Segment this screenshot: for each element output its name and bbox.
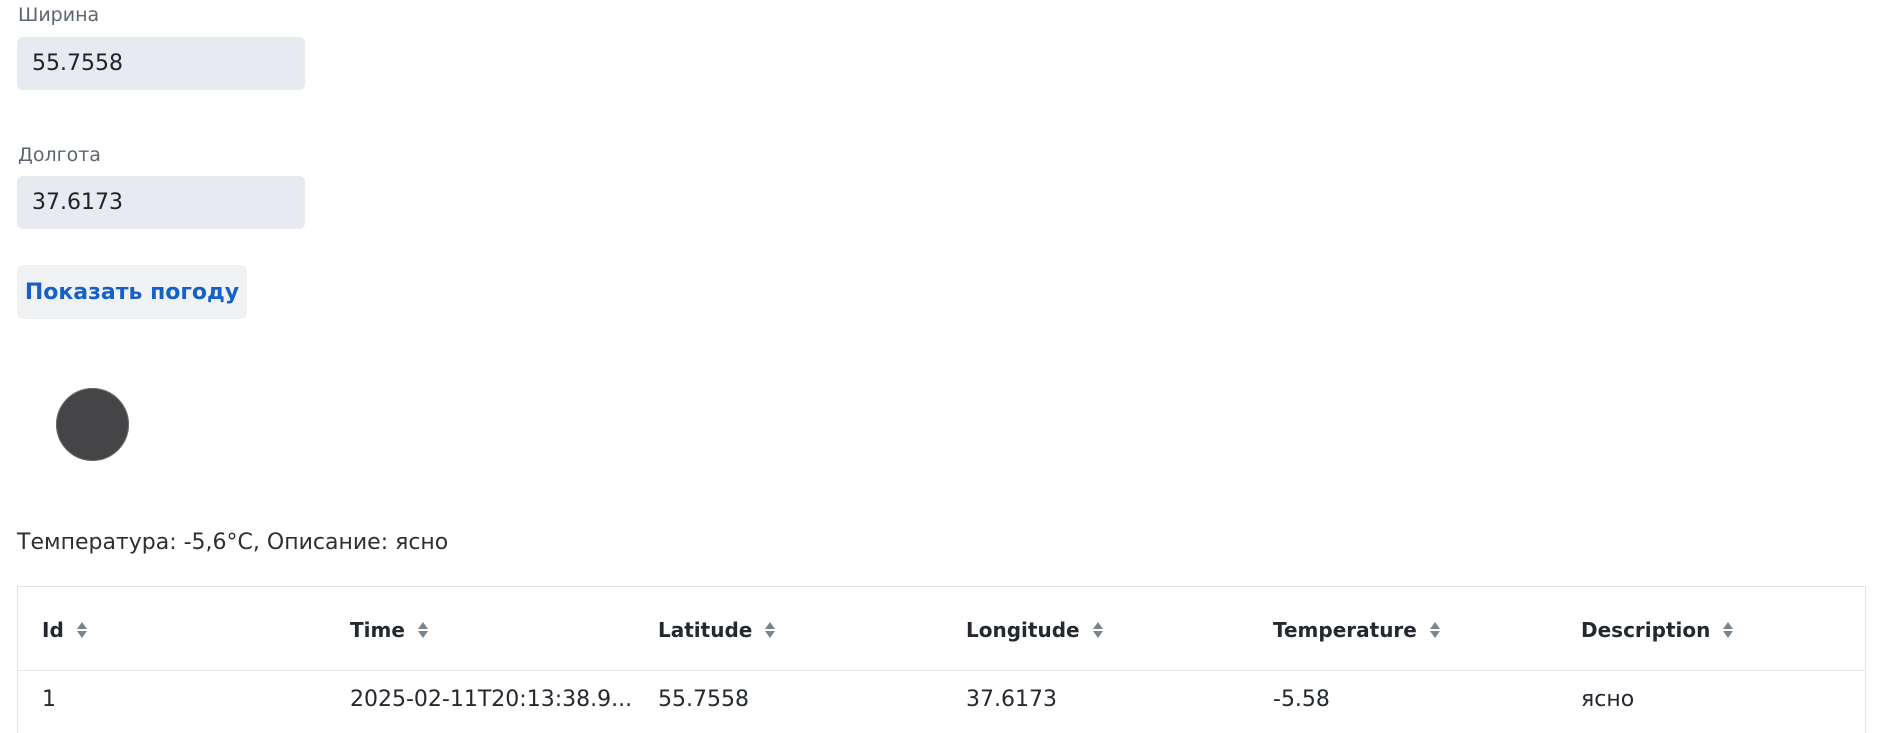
sort-icon[interactable] [417, 621, 428, 639]
table-header-row: Id Time Latitude Longitude Temperature D… [18, 587, 1865, 671]
sort-icon[interactable] [1092, 621, 1103, 639]
weather-page: Ширина Долгота Показать погоду Температу… [0, 0, 1881, 733]
sort-icon[interactable] [765, 621, 776, 639]
cell-time: 2025-02-11T20:13:38.9... [350, 687, 633, 712]
longitude-label: Долгота [18, 144, 101, 166]
latitude-input[interactable] [17, 37, 305, 90]
longitude-input[interactable] [17, 176, 305, 229]
sort-icon[interactable] [1429, 621, 1440, 639]
cell-latitude: 55.7558 [658, 687, 749, 712]
sort-icon[interactable] [76, 621, 87, 639]
sort-icon[interactable] [1723, 621, 1734, 639]
column-header-label: Time [350, 618, 405, 642]
show-weather-button[interactable]: Показать погоду [17, 265, 247, 319]
column-header-description[interactable]: Description [1581, 618, 1734, 642]
cell-temperature: -5.58 [1273, 687, 1330, 712]
column-header-label: Latitude [658, 618, 753, 642]
latitude-label: Ширина [18, 4, 100, 26]
cell-id: 1 [42, 687, 56, 712]
weather-table: Id Time Latitude Longitude Temperature D… [17, 586, 1866, 733]
column-header-latitude[interactable]: Latitude [658, 618, 776, 642]
column-header-label: Longitude [966, 618, 1080, 642]
column-header-label: Description [1581, 618, 1711, 642]
column-header-label: Id [42, 618, 64, 642]
weather-icon [56, 388, 129, 461]
column-header-label: Temperature [1273, 618, 1417, 642]
column-header-temperature[interactable]: Temperature [1273, 618, 1440, 642]
column-header-longitude[interactable]: Longitude [966, 618, 1103, 642]
cell-description: ясно [1581, 687, 1635, 712]
cell-longitude: 37.6173 [966, 687, 1057, 712]
weather-summary: Температура: -5,6°C, Описание: ясно [17, 530, 449, 555]
column-header-id[interactable]: Id [42, 618, 87, 642]
column-header-time[interactable]: Time [350, 618, 428, 642]
